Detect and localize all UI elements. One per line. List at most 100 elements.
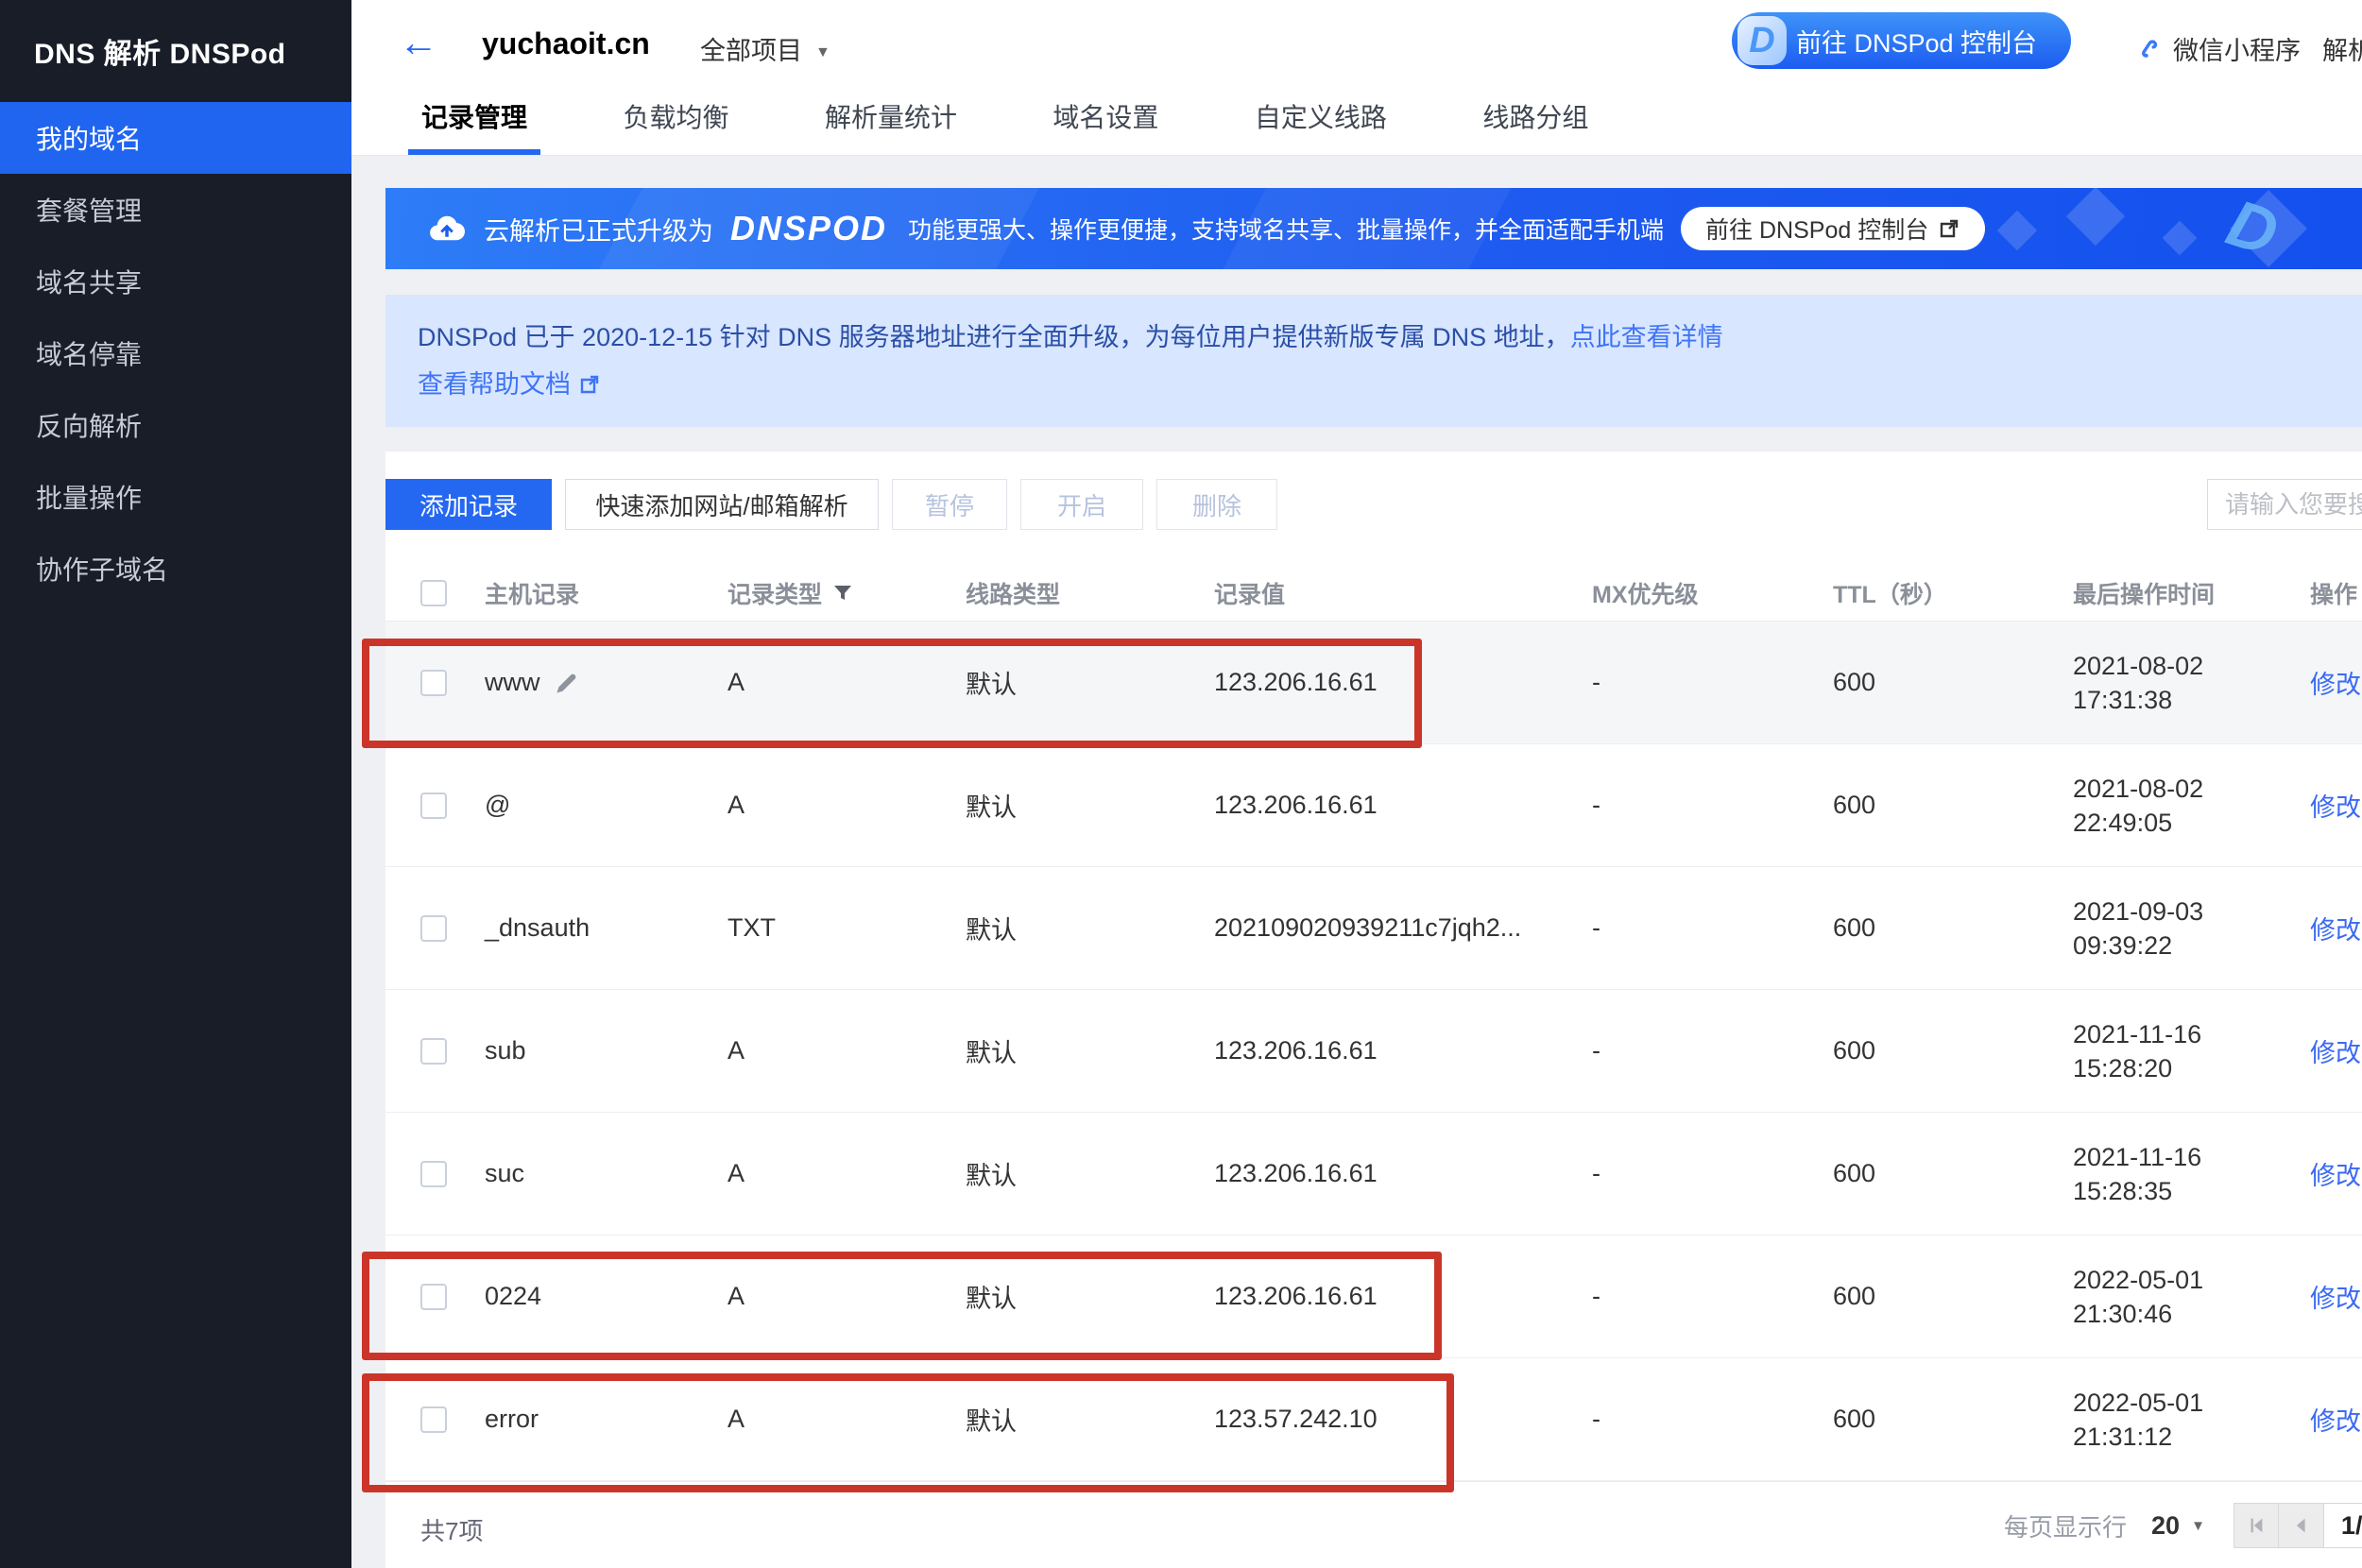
row-checkbox[interactable] (420, 1284, 447, 1310)
table-row[interactable]: suc A 默认 123.206.16.61 - 600 2021-11-16 … (385, 1113, 2362, 1236)
modify-link[interactable]: 修改 (2310, 916, 2361, 945)
ttl-value: 600 (1833, 791, 2073, 820)
pause-button[interactable]: 暂停 (892, 479, 1007, 530)
record-value: 123.206.16.61 (1214, 1036, 1592, 1065)
mx-priority: - (1592, 1159, 1833, 1188)
modify-link[interactable]: 修改 (2310, 671, 2361, 699)
tab-resolution-statistics[interactable]: 解析量统计 (825, 99, 957, 155)
column-header-type: 记录类型 (727, 576, 966, 610)
line-type: 默认 (966, 664, 1214, 701)
sidebar-item-collaborative-subdomains[interactable]: 协作子域名 (0, 533, 351, 605)
row-checkbox[interactable] (420, 1161, 447, 1187)
table-footer: 共7项 每页显示行 20 ▼ 1/ (385, 1481, 2362, 1568)
table-row[interactable]: _dnsauth TXT 默认 202109020939211c7jqh2...… (385, 867, 2362, 990)
record-type: A (727, 791, 966, 820)
record-type: TXT (727, 913, 966, 943)
table-row[interactable]: www A 默认 123.206.16.61 - 600 2021-08-02 … (385, 622, 2362, 744)
modify-link[interactable]: 修改 (2310, 1407, 2361, 1436)
wechat-mini-program-link[interactable]: 微信小程序 (2139, 30, 2301, 67)
table-row[interactable]: 0224 A 默认 123.206.16.61 - 600 2022-05-01… (385, 1236, 2362, 1358)
mx-priority: - (1592, 1405, 1833, 1434)
table-row[interactable]: sub A 默认 123.206.16.61 - 600 2021-11-16 … (385, 990, 2362, 1113)
sidebar-item-domain-parking[interactable]: 域名停靠 (0, 317, 351, 389)
sidebar-item-batch-operations[interactable]: 批量操作 (0, 461, 351, 533)
sidebar-item-domain-sharing[interactable]: 域名共享 (0, 246, 351, 317)
sidebar-item-plan-management[interactable]: 套餐管理 (0, 174, 351, 246)
column-header-value: 记录值 (1214, 576, 1592, 610)
line-type: 默认 (966, 787, 1214, 824)
project-selector[interactable]: 全部项目 ▼ (700, 30, 830, 67)
rows-per-page-select[interactable]: 20 (2151, 1511, 2180, 1541)
notice-detail-link[interactable]: 点此查看详情 (1570, 323, 1723, 351)
mx-priority: - (1592, 913, 1833, 943)
pagination: 每页显示行 20 ▼ 1/ (2004, 1503, 2362, 1548)
banner-console-button-label: 前往 DNSPod 控制台 (1705, 212, 1928, 246)
table-row[interactable]: @ A 默认 123.206.16.61 - 600 2021-08-02 22… (385, 744, 2362, 867)
mx-priority: - (1592, 1282, 1833, 1311)
truncated-right-link[interactable]: 解析 (2322, 30, 2362, 67)
banner-description: 功能更强大、操作更便捷，支持域名共享、批量操作，并全面适配手机端 (908, 212, 1664, 246)
chevron-down-icon[interactable]: ▼ (2191, 1518, 2205, 1534)
tab-line-groups[interactable]: 线路分组 (1482, 99, 1588, 155)
notice-help-link[interactable]: 查看帮助文档 (418, 366, 571, 402)
row-checkbox[interactable] (420, 915, 447, 942)
back-arrow-icon[interactable]: ← (399, 23, 438, 62)
last-operation-time: 2021-11-16 15:28:20 (2073, 1017, 2310, 1085)
record-type: A (727, 1036, 966, 1065)
prev-page-button[interactable] (2279, 1503, 2324, 1548)
sidebar-item-my-domains[interactable]: 我的域名 (0, 102, 351, 174)
table-row[interactable]: error A 默认 123.57.242.10 - 600 2022-05-0… (385, 1358, 2362, 1481)
banner-console-button[interactable]: 前往 DNSPod 控制台 (1681, 207, 1985, 250)
record-value: 123.206.16.61 (1214, 791, 1592, 820)
row-checkbox[interactable] (420, 1038, 447, 1065)
sidebar-item-label: 域名共享 (36, 263, 142, 300)
select-all-checkbox[interactable] (420, 580, 447, 606)
ttl-value: 600 (1833, 1405, 2073, 1434)
enable-button[interactable]: 开启 (1020, 479, 1143, 530)
goto-dnspod-console-button[interactable]: D 前往 DNSPod 控制台 (1732, 12, 2071, 69)
column-header-ttl: TTL（秒） (1833, 576, 2073, 610)
tab-custom-lines[interactable]: 自定义线路 (1255, 99, 1387, 155)
filter-funnel-icon[interactable] (831, 582, 854, 605)
mx-priority: - (1592, 791, 1833, 820)
record-value: 123.57.242.10 (1214, 1405, 1592, 1434)
dnspod-console-page: DNS 解析 DNSPod 我的域名 套餐管理 域名共享 域名停靠 反向解析 批… (0, 0, 2362, 1568)
main-area: ← yuchaoit.cn 全部项目▼ D 前往 DNSPod 控制台 微信小程… (351, 0, 2362, 1568)
last-operation-time: 2021-11-16 15:28:35 (2073, 1140, 2310, 1208)
quick-add-button[interactable]: 快速添加网站/邮箱解析 (565, 479, 879, 530)
row-checkbox[interactable] (420, 793, 447, 819)
pencil-icon[interactable] (554, 670, 580, 696)
page-indicator[interactable]: 1/ (2324, 1503, 2362, 1548)
banner-illustration: D (1937, 188, 2334, 269)
sidebar-item-reverse-dns[interactable]: 反向解析 (0, 389, 351, 461)
project-selector-label: 全部项目 (700, 37, 802, 65)
first-page-button[interactable] (2234, 1503, 2279, 1548)
tab-record-management[interactable]: 记录管理 (421, 99, 527, 155)
host-record: sub (485, 1036, 526, 1065)
tab-domain-settings[interactable]: 域名设置 (1053, 99, 1158, 155)
modify-link[interactable]: 修改 (2310, 793, 2361, 822)
last-operation-clock: 15:28:20 (2073, 1051, 2310, 1085)
modify-link[interactable]: 修改 (2310, 1039, 2361, 1067)
dnspod-brand-logo: DNSPOD (730, 209, 887, 248)
tab-load-balancing[interactable]: 负载均衡 (623, 99, 728, 155)
modify-link[interactable]: 修改 (2310, 1162, 2361, 1190)
ttl-value: 600 (1833, 668, 2073, 697)
sidebar-item-label: 套餐管理 (36, 191, 142, 229)
row-checkbox[interactable] (420, 1406, 447, 1433)
external-link-icon (1938, 217, 1960, 240)
chevron-down-icon: ▼ (815, 44, 830, 60)
row-checkbox[interactable] (420, 670, 447, 696)
delete-button[interactable]: 删除 (1156, 479, 1277, 530)
host-record: error (485, 1405, 539, 1434)
records-card: 添加记录 快速添加网站/邮箱解析 暂停 开启 删除 主机记录 记录类型 线路类型… (385, 452, 2362, 1568)
column-header-time: 最后操作时间 (2073, 576, 2310, 610)
ttl-value: 600 (1833, 1036, 2073, 1065)
search-input[interactable] (2207, 479, 2362, 530)
last-operation-date: 2022-05-01 (2073, 1263, 2310, 1297)
add-record-button[interactable]: 添加记录 (385, 479, 552, 530)
wechat-mini-program-label: 微信小程序 (2173, 30, 2301, 67)
record-value: 202109020939211c7jqh2... (1214, 913, 1592, 943)
modify-link[interactable]: 修改 (2310, 1285, 2361, 1313)
host-record: _dnsauth (485, 913, 590, 943)
